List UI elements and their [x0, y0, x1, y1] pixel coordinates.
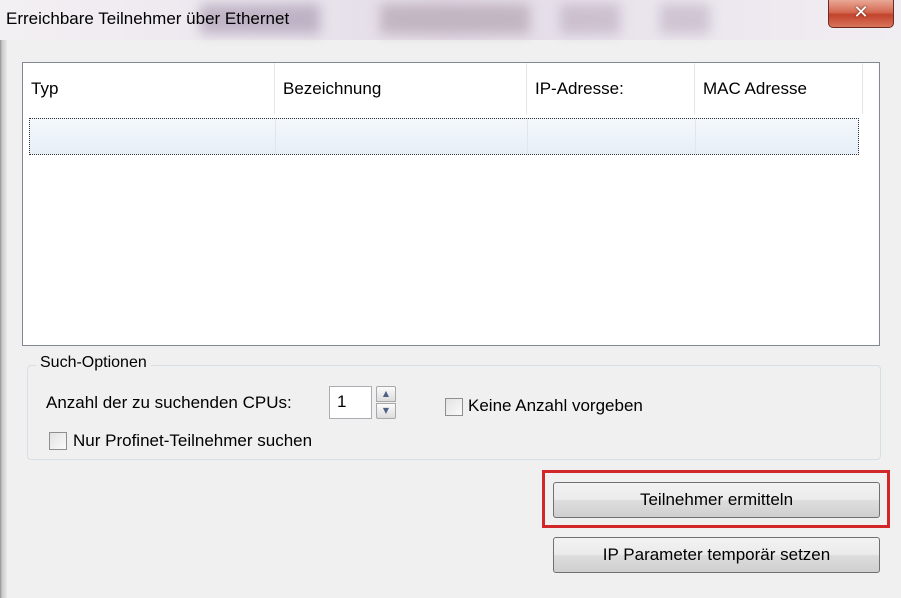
- table-cell-ip-address: [528, 119, 696, 154]
- arrow-down-icon[interactable]: ▼: [376, 403, 396, 419]
- table-row[interactable]: [29, 118, 859, 155]
- window-title: Erreichbare Teilnehmer über Ethernet: [6, 9, 290, 28]
- set-ip-parameters-button[interactable]: IP Parameter temporär setzen: [553, 537, 880, 573]
- device-list[interactable]: Typ Bezeichnung IP-Adresse: MAC Adresse: [22, 62, 880, 346]
- table-cell-bezeichnung: [276, 119, 528, 154]
- arrow-up-icon[interactable]: ▲: [376, 386, 396, 402]
- column-header-label: Bezeichnung: [283, 79, 382, 98]
- list-header: Typ Bezeichnung IP-Adresse: MAC Adresse: [23, 63, 863, 114]
- dialog-window: Erreichbare Teilnehmer über Ethernet ✕ T…: [0, 0, 901, 598]
- column-header-ip-address[interactable]: IP-Adresse:: [527, 63, 695, 114]
- blurred-background-area: [380, 4, 530, 34]
- column-header-label: Typ: [31, 79, 59, 98]
- close-button[interactable]: ✕: [828, 0, 894, 28]
- cpu-count-label: Anzahl der zu suchenden CPUs:: [46, 393, 292, 412]
- highlight-annotation: [542, 470, 890, 528]
- title-bar[interactable]: Erreichbare Teilnehmer über Ethernet ✕: [0, 0, 901, 40]
- profinet-only-label[interactable]: Nur Profinet-Teilnehmer suchen: [73, 431, 312, 451]
- cpu-count-input[interactable]: 1: [329, 386, 372, 419]
- blurred-background-area: [560, 4, 620, 34]
- profinet-only-checkbox[interactable]: [49, 432, 67, 450]
- column-header-label: IP-Adresse:: [535, 79, 624, 98]
- table-cell-typ: [30, 119, 276, 154]
- column-header-bezeichnung[interactable]: Bezeichnung: [275, 63, 527, 114]
- no-count-label[interactable]: Keine Anzahl vorgeben: [468, 396, 643, 416]
- blurred-background-area: [660, 4, 710, 34]
- close-icon: ✕: [853, 2, 869, 23]
- table-cell-mac-address: [696, 119, 858, 154]
- column-header-mac-address[interactable]: MAC Adresse: [695, 63, 863, 114]
- cpu-count-spinner: ▲ ▼: [376, 386, 396, 419]
- search-options-legend: Such-Optionen: [36, 354, 151, 372]
- window-left-edge: [0, 40, 7, 598]
- column-header-label: MAC Adresse: [703, 79, 807, 98]
- no-count-checkbox[interactable]: [445, 398, 463, 416]
- column-header-typ[interactable]: Typ: [23, 63, 275, 114]
